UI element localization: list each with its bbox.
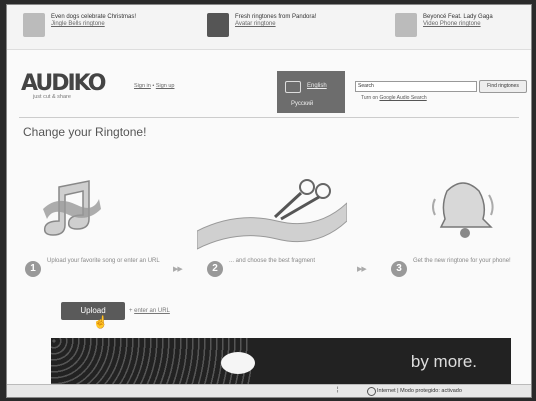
search-input[interactable]: Search — [355, 81, 477, 92]
browser-status-bar: ¦ Internet | Modo protegido: activado — [7, 384, 531, 397]
sign-up-link[interactable]: Sign up — [156, 83, 175, 89]
next-arrows-icon: ▶▶ — [357, 266, 367, 273]
enter-url-option: + enter an URL — [129, 308, 170, 314]
step-text: ... and choose the best fragment — [229, 258, 316, 264]
header-divider — [19, 117, 519, 118]
status-divider-icon: ¦ — [337, 387, 339, 393]
audio-search-prefix: Turn on — [361, 95, 380, 101]
language-russian[interactable]: Русский — [291, 101, 313, 107]
world-map-icon — [285, 81, 301, 93]
site-header: AUDIKO just cut & share Sign in • Sign u… — [7, 67, 531, 113]
internet-zone-icon — [367, 387, 376, 396]
step-number: 1 — [25, 261, 41, 277]
step-text: Get the new ringtone for your phone! — [413, 258, 511, 264]
bell-icon — [432, 182, 494, 238]
promo-item[interactable]: Beyoncé Feat. Lady Gaga Video Phone ring… — [395, 13, 493, 37]
hand-cursor-icon: ☝ — [93, 315, 108, 329]
next-arrows-icon: ▶▶ — [173, 266, 183, 273]
language-panel: English Русский — [277, 71, 345, 113]
ad-banner[interactable]: by more. — [51, 338, 511, 390]
promo-item[interactable]: Fresh ringtones from Pandora! Avatar rin… — [207, 13, 316, 37]
step-number: 2 — [207, 261, 223, 277]
auth-links: Sign in • Sign up — [134, 83, 174, 89]
sign-in-link[interactable]: Sign in — [134, 83, 151, 89]
find-ringtones-button[interactable]: Find ringtones — [479, 80, 527, 93]
dog-thumbnail — [23, 13, 45, 37]
language-english[interactable]: English — [307, 83, 327, 89]
promo-link[interactable]: Video Phone ringtone — [423, 21, 493, 27]
promo-link[interactable]: Avatar ringtone — [235, 21, 316, 27]
singer-thumbnail — [395, 13, 417, 37]
music-note-icon — [43, 180, 101, 236]
enter-url-link[interactable]: enter an URL — [134, 308, 170, 314]
audio-search-toggle: Turn on Google Audio Search — [361, 95, 427, 101]
banner-tagline: by more. — [410, 352, 477, 371]
page-title: Change your Ringtone! — [23, 125, 147, 139]
site-logo[interactable]: AUDIKO just cut & share — [21, 71, 111, 100]
promo-item[interactable]: Even dogs celebrate Christmas! Jingle Be… — [23, 13, 136, 37]
step-number: 3 — [391, 261, 407, 277]
promo-text: Beyoncé Feat. Lady Gaga — [423, 14, 493, 20]
scissors-cutting-ribbon-icon — [197, 179, 347, 250]
phone-logo-image — [221, 352, 255, 374]
promo-text: Fresh ringtones from Pandora! — [235, 14, 317, 20]
security-zone-text: Internet | Modo protegido: activado — [377, 388, 462, 394]
promo-strip: Even dogs celebrate Christmas! Jingle Be… — [7, 5, 531, 50]
browser-viewport: Even dogs celebrate Christmas! Jingle Be… — [6, 4, 532, 398]
google-audio-search-link[interactable]: Google Audio Search — [379, 95, 426, 101]
logo-mark: AUDIKO — [21, 71, 106, 96]
promo-text: Even dogs celebrate Christmas! — [51, 14, 137, 20]
step-text: Upload your favorite song or enter an UR… — [47, 258, 160, 264]
avatar-thumbnail — [207, 13, 229, 37]
promo-link[interactable]: Jingle Bells ringtone — [51, 21, 136, 27]
